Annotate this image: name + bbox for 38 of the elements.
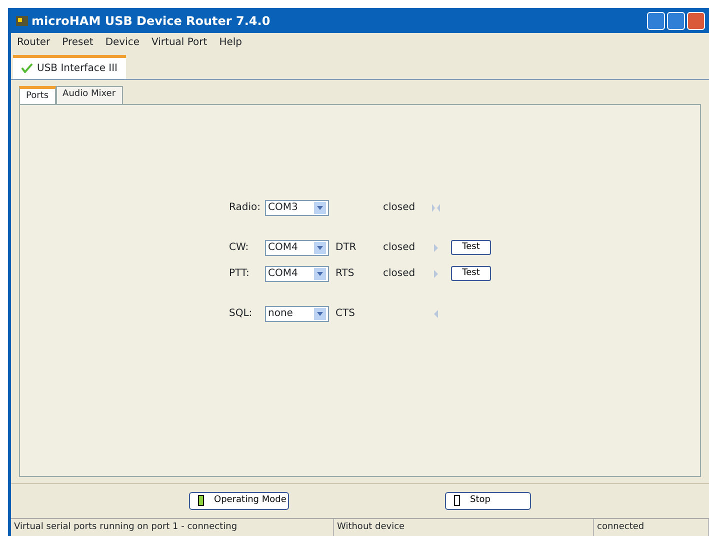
tab[interactable]: Ports xyxy=(19,86,56,104)
state-label: closed xyxy=(383,241,416,255)
maximize-button[interactable] xyxy=(667,12,685,30)
port-dropdown[interactable]: COM4 xyxy=(265,240,329,256)
test-button[interactable]: Test xyxy=(451,266,491,282)
device-tab[interactable]: USB Interface III xyxy=(13,54,126,78)
menu-item[interactable]: Help xyxy=(213,33,248,52)
minimize-button[interactable] xyxy=(647,12,665,30)
port-dropdown[interactable]: COM4 xyxy=(265,266,329,282)
mode-button[interactable]: Operating Mode xyxy=(189,492,289,510)
menu-item[interactable]: Router xyxy=(11,33,56,52)
port-label: PTT: xyxy=(229,267,250,281)
status-text: Without device xyxy=(334,518,594,536)
checkmark-icon xyxy=(21,63,33,73)
indicator-icon xyxy=(431,242,441,252)
indicator-icon xyxy=(431,268,441,278)
indicator-icon xyxy=(431,202,441,212)
test-button[interactable]: Test xyxy=(451,240,491,256)
port-dropdown[interactable]: none xyxy=(265,306,329,322)
signal-label: CTS xyxy=(334,307,356,321)
signal-label: RTS xyxy=(334,267,356,281)
close-button[interactable] xyxy=(687,12,705,30)
menu-item[interactable]: Device xyxy=(99,33,146,52)
menu-item[interactable]: Preset xyxy=(56,33,100,52)
menu-item[interactable]: Virtual Port xyxy=(146,33,214,52)
port-label: Radio: xyxy=(229,201,262,215)
port-label: CW: xyxy=(229,241,250,255)
signal-label: DTR xyxy=(334,241,358,255)
state-label: closed xyxy=(383,201,416,215)
state-label: closed xyxy=(383,267,416,281)
port-dropdown[interactable]: COM3 xyxy=(265,200,329,216)
port-label: SQL: xyxy=(229,307,254,321)
tab[interactable]: Audio Mixer xyxy=(56,86,123,104)
status-text: connected xyxy=(594,518,709,536)
window-title: microHAM USB Device Router 7.4.0 xyxy=(32,12,272,30)
status-text: Virtual serial ports running on port 1 - connecting xyxy=(11,518,334,536)
mode-button[interactable]: Stop xyxy=(445,492,531,510)
app-icon xyxy=(15,14,29,28)
